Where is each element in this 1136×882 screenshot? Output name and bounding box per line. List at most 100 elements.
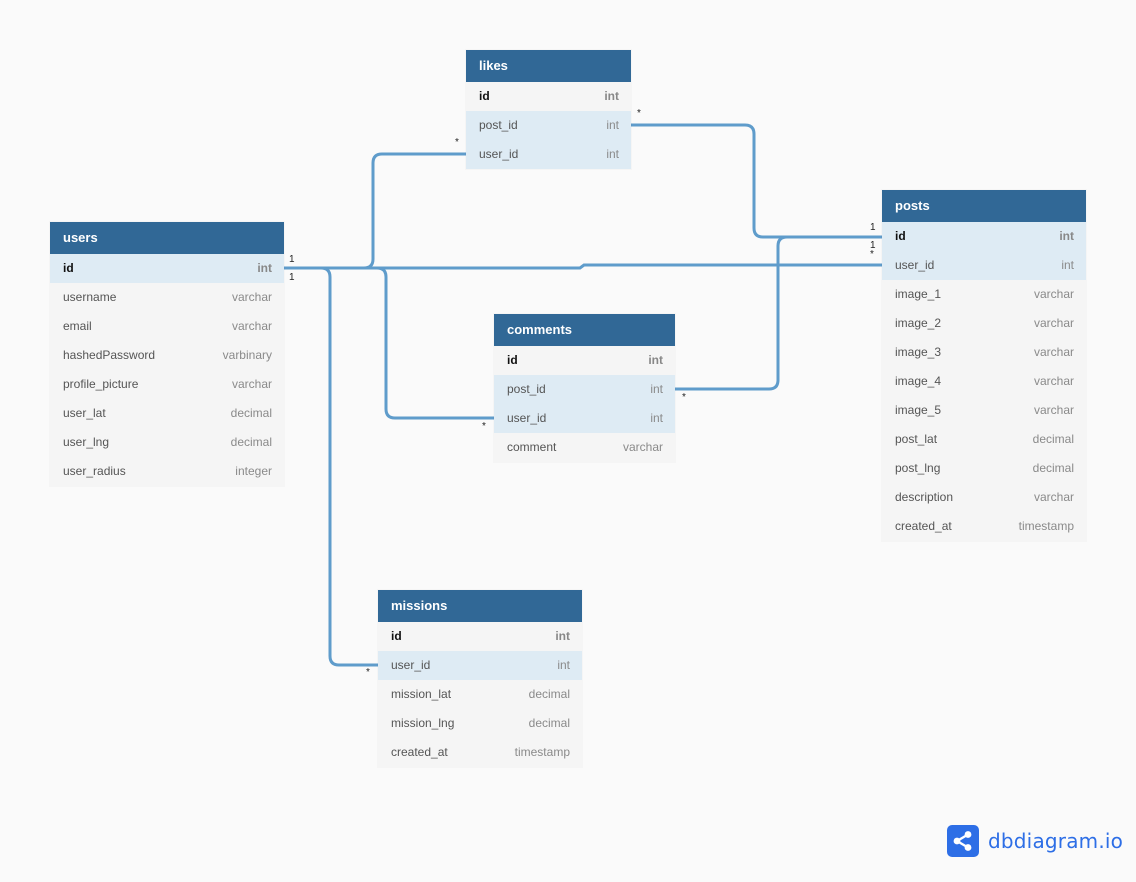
field-row-missions-created-at[interactable]: created_at timestamp — [378, 738, 582, 767]
field-type: int — [1061, 258, 1074, 272]
link-likes-user-id-users-id[interactable] — [282, 152, 468, 270]
cardinality-users-one-bottom: 1 — [289, 272, 295, 283]
brand-logo[interactable]: dbdiagram.io — [947, 825, 1123, 857]
field-name: email — [63, 319, 92, 333]
cardinality-likes-post-many: * — [637, 108, 641, 119]
table-header[interactable]: users — [50, 222, 284, 254]
field-row-posts-image-1[interactable]: image_1 varchar — [882, 280, 1086, 309]
field-name: profile_picture — [63, 377, 139, 391]
field-name: user_lat — [63, 406, 106, 420]
field-name: username — [63, 290, 117, 304]
field-type: int — [555, 629, 570, 643]
field-row-posts-user-id[interactable]: user_id int — [882, 251, 1086, 280]
field-row-missions-mission-lng[interactable]: mission_lng decimal — [378, 709, 582, 738]
field-row-comments-comment[interactable]: comment varchar — [494, 433, 675, 462]
field-row-posts-post-lng[interactable]: post_lng decimal — [882, 454, 1086, 483]
field-row-likes-id[interactable]: id int — [466, 82, 631, 111]
brand-name: dbdiagram.io — [988, 829, 1124, 853]
table-likes[interactable]: likes id int post_id int user_id int — [466, 50, 631, 169]
field-row-users-hashedpassword[interactable]: hashedPassword varbinary — [50, 341, 284, 370]
table-comments[interactable]: comments id int post_id int user_id int commen… — [494, 314, 675, 462]
field-name: created_at — [391, 745, 448, 759]
field-row-posts-image-2[interactable]: image_2 varchar — [882, 309, 1086, 338]
table-header[interactable]: missions — [378, 590, 582, 622]
field-row-likes-user-id[interactable]: user_id int — [466, 140, 631, 169]
field-type: int — [557, 658, 570, 672]
field-row-posts-post-lat[interactable]: post_lat decimal — [882, 425, 1086, 454]
field-name: image_3 — [895, 345, 942, 359]
field-type: varchar — [1033, 374, 1074, 388]
field-row-users-user-lng[interactable]: user_lng decimal — [50, 428, 284, 457]
field-row-missions-id[interactable]: id int — [378, 622, 582, 651]
field-name: id — [63, 261, 74, 275]
link-comments-user-id-users-id[interactable] — [282, 266, 496, 420]
field-name: comment — [507, 440, 557, 454]
field-name: user_id — [479, 147, 519, 161]
field-row-users-profile-picture[interactable]: profile_picture varchar — [50, 370, 284, 399]
field-type: varchar — [1033, 287, 1074, 301]
field-name: id — [507, 353, 518, 367]
field-row-posts-image-5[interactable]: image_5 varchar — [882, 396, 1086, 425]
link-comments-post-id-posts-id[interactable] — [673, 235, 884, 391]
field-name: post_lat — [895, 432, 938, 446]
field-row-users-email[interactable]: email varchar — [50, 312, 284, 341]
field-name: image_4 — [895, 374, 942, 388]
field-name: user_radius — [63, 464, 126, 478]
link-posts-user-id-users-id[interactable] — [282, 263, 884, 270]
cardinality-posts-one-top: 1 — [870, 222, 876, 233]
field-name: user_id — [507, 411, 547, 425]
field-row-posts-image-3[interactable]: image_3 varchar — [882, 338, 1086, 367]
field-type: int — [650, 382, 663, 396]
field-name: post_id — [507, 382, 546, 396]
table-header[interactable]: likes — [466, 50, 631, 82]
field-type: varchar — [1033, 403, 1074, 417]
field-type: int — [606, 118, 619, 132]
field-name: created_at — [895, 519, 952, 533]
share-icon — [947, 825, 979, 857]
field-type: int — [604, 89, 619, 103]
field-row-missions-user-id[interactable]: user_id int — [378, 651, 582, 680]
field-row-users-user-radius[interactable]: user_radius integer — [50, 457, 284, 486]
link-missions-user-id-users-id[interactable] — [282, 266, 380, 667]
field-name: image_2 — [895, 316, 942, 330]
field-type: varchar — [1033, 345, 1074, 359]
table-header[interactable]: comments — [494, 314, 675, 346]
field-row-comments-post-id[interactable]: post_id int — [494, 375, 675, 404]
field-name: hashedPassword — [63, 348, 156, 362]
field-name: image_1 — [895, 287, 942, 301]
field-row-likes-post-id[interactable]: post_id int — [466, 111, 631, 140]
field-name: id — [895, 229, 906, 243]
link-likes-post-id-posts-id[interactable] — [629, 123, 884, 239]
field-name: user_id — [391, 658, 431, 672]
cardinality-missions-user-many: * — [366, 667, 370, 678]
cardinality-posts-user-many: * — [870, 249, 874, 260]
field-row-users-username[interactable]: username varchar — [50, 283, 284, 312]
field-name: mission_lat — [391, 687, 452, 701]
field-type: varchar — [231, 319, 272, 333]
field-row-comments-user-id[interactable]: user_id int — [494, 404, 675, 433]
field-type: int — [648, 353, 663, 367]
field-row-missions-mission-lat[interactable]: mission_lat decimal — [378, 680, 582, 709]
field-name: user_lng — [63, 435, 110, 449]
field-row-posts-description[interactable]: description varchar — [882, 483, 1086, 512]
field-type: decimal — [1032, 432, 1074, 446]
field-type: varchar — [231, 377, 272, 391]
field-row-posts-id[interactable]: id int — [882, 222, 1086, 251]
field-name: mission_lng — [391, 716, 455, 730]
table-posts[interactable]: posts id int user_id int image_1 varchar image… — [882, 190, 1086, 541]
field-row-posts-image-4[interactable]: image_4 varchar — [882, 367, 1086, 396]
field-type: int — [650, 411, 663, 425]
field-row-users-user-lat[interactable]: user_lat decimal — [50, 399, 284, 428]
field-row-users-id[interactable]: id int — [50, 254, 284, 283]
field-type: decimal — [230, 406, 272, 420]
field-type: varbinary — [222, 348, 272, 362]
table-users[interactable]: users id int username varchar email varchar ha… — [50, 222, 284, 486]
table-header[interactable]: posts — [882, 190, 1086, 222]
field-row-comments-id[interactable]: id int — [494, 346, 675, 375]
field-row-posts-created-at[interactable]: created_at timestamp — [882, 512, 1086, 541]
field-name: id — [479, 89, 490, 103]
field-name: image_5 — [895, 403, 942, 417]
table-missions[interactable]: missions id int user_id int mission_lat decim… — [378, 590, 582, 767]
cardinality-likes-user-many: * — [455, 137, 459, 148]
cardinality-comments-user-many: * — [482, 421, 486, 432]
